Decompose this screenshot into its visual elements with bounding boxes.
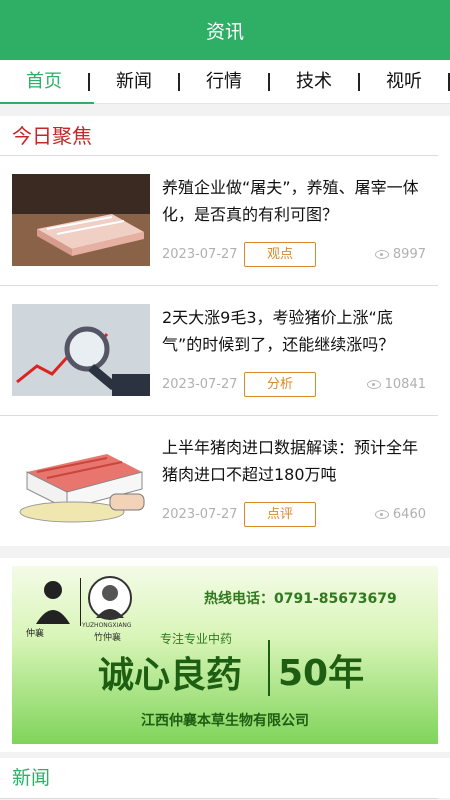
person-logo-left — [30, 576, 76, 626]
logo-left-text: 仲襄 — [26, 629, 45, 639]
app-header: 资讯 — [0, 0, 450, 60]
news-item[interactable]: 2天大涨9毛3，考验猪价上涨“底气”的时候到了，还能继续涨吗？ 2023-07-… — [0, 286, 438, 416]
news-thumbnail — [12, 174, 150, 266]
ad-banner[interactable]: 仲襄 YUZHONGXIANG 竹仲襄 热线电话：0791-85673679 专… — [12, 566, 438, 744]
section-title: 今日聚焦 — [0, 116, 438, 156]
page-title: 资讯 — [205, 20, 244, 43]
tab-market[interactable]: 行情 — [180, 60, 268, 104]
company-name: 江西仲襄本草生物有限公司 — [141, 713, 309, 729]
eye-icon — [374, 250, 389, 259]
logo-right-cn: 竹仲襄 — [94, 633, 122, 643]
news-title: 养殖企业做“屠夫”，养殖、屠宰一体化，是否真的有利可图？ — [162, 178, 419, 224]
view-count: 6460 — [374, 507, 426, 522]
news-thumbnail — [12, 304, 150, 396]
tab-video[interactable]: 视听 — [360, 60, 448, 104]
view-count-value: 6460 — [392, 507, 426, 522]
person-logo-right — [88, 576, 132, 620]
years-badge: 50年 — [278, 653, 365, 694]
news-tag[interactable]: 点评 — [244, 502, 316, 527]
slogan-divider — [268, 640, 270, 696]
category-tabs: 首页 新闻 行情 技术 视听 — [0, 60, 450, 104]
tab-home[interactable]: 首页 — [0, 60, 94, 104]
hotline: 热线电话：0791-85673679 — [204, 591, 397, 607]
news-title: 2天大涨9毛3，考验猪价上涨“底气”的时候到了，还能继续涨吗？ — [162, 308, 395, 354]
tab-news[interactable]: 新闻 — [90, 60, 178, 104]
news-section: 新闻 — [0, 758, 450, 799]
logo-divider — [80, 578, 81, 626]
news-tag[interactable]: 观点 — [244, 242, 316, 267]
view-count-value: 8997 — [392, 247, 426, 262]
eye-icon — [374, 510, 389, 519]
slogan-small: 专注专业中药 — [160, 632, 233, 646]
section-title[interactable]: 新闻 — [0, 758, 438, 799]
news-title: 上半年猪肉进口数据解读：预计全年猪肉进口不超过180万吨 — [162, 438, 419, 484]
news-tag[interactable]: 分析 — [244, 372, 316, 397]
tab-tech[interactable]: 技术 — [270, 60, 358, 104]
news-item[interactable]: 养殖企业做“屠夫”，养殖、屠宰一体化，是否真的有利可图？ 2023-07-27 … — [0, 156, 438, 286]
news-date: 2023-07-27 — [162, 507, 238, 522]
ad-banner-container: 仲襄 YUZHONGXIANG 竹仲襄 热线电话：0791-85673679 专… — [0, 558, 450, 752]
focus-section: 今日聚焦 养殖企业做“屠夫”，养殖、屠宰一体化，是否真的有利可图？ 2023-0… — [0, 116, 450, 546]
news-date: 2023-07-27 — [162, 377, 238, 392]
view-count: 8997 — [374, 247, 426, 262]
eye-icon — [366, 380, 381, 389]
view-count: 10841 — [366, 377, 426, 392]
logo-right-en: YUZHONGXIANG — [82, 622, 132, 629]
news-thumbnail — [12, 434, 150, 526]
view-count-value: 10841 — [384, 377, 426, 392]
news-item[interactable]: 上半年猪肉进口数据解读：预计全年猪肉进口不超过180万吨 2023-07-27 … — [0, 416, 438, 546]
news-date: 2023-07-27 — [162, 247, 238, 262]
slogan-big: 诚心良药 — [98, 654, 243, 696]
